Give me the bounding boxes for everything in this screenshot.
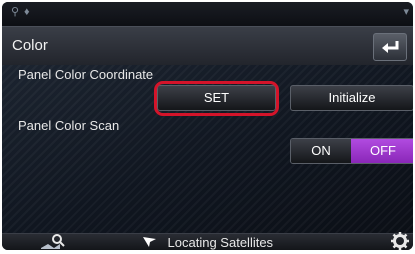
gear-icon xyxy=(391,232,409,250)
title-bar: Color xyxy=(2,26,413,66)
settings-button[interactable] xyxy=(391,232,409,250)
set-button-highlight xyxy=(154,81,279,116)
screen: ⚲ ♦ ▾ Color Panel Color Coordinate SET I… xyxy=(2,2,413,250)
panel-color-scan-toggle: ON OFF xyxy=(290,138,413,164)
panel-color-scan-label: Panel Color Scan xyxy=(18,118,120,133)
scan-on-button[interactable]: ON xyxy=(291,139,351,163)
signal-icon: ♦ xyxy=(24,6,30,18)
status-bar: ⚲ ♦ ▾ xyxy=(2,2,413,24)
navigation-status: Locating Satellites xyxy=(2,235,413,250)
navigation-arrow-icon xyxy=(142,237,156,247)
bottom-bar: Locating Satellites xyxy=(2,232,413,250)
back-button[interactable] xyxy=(373,33,407,61)
initialize-button[interactable]: Initialize xyxy=(290,85,413,111)
page-title: Color xyxy=(12,37,48,54)
back-arrow-icon xyxy=(382,41,399,53)
navigation-status-text: Locating Satellites xyxy=(167,235,274,250)
antenna-icon: ⚲ xyxy=(11,6,20,18)
wifi-icon: ▾ xyxy=(403,6,409,18)
scan-off-button[interactable]: OFF xyxy=(351,139,413,163)
panel-color-coordinate-label: Panel Color Coordinate xyxy=(18,67,154,82)
